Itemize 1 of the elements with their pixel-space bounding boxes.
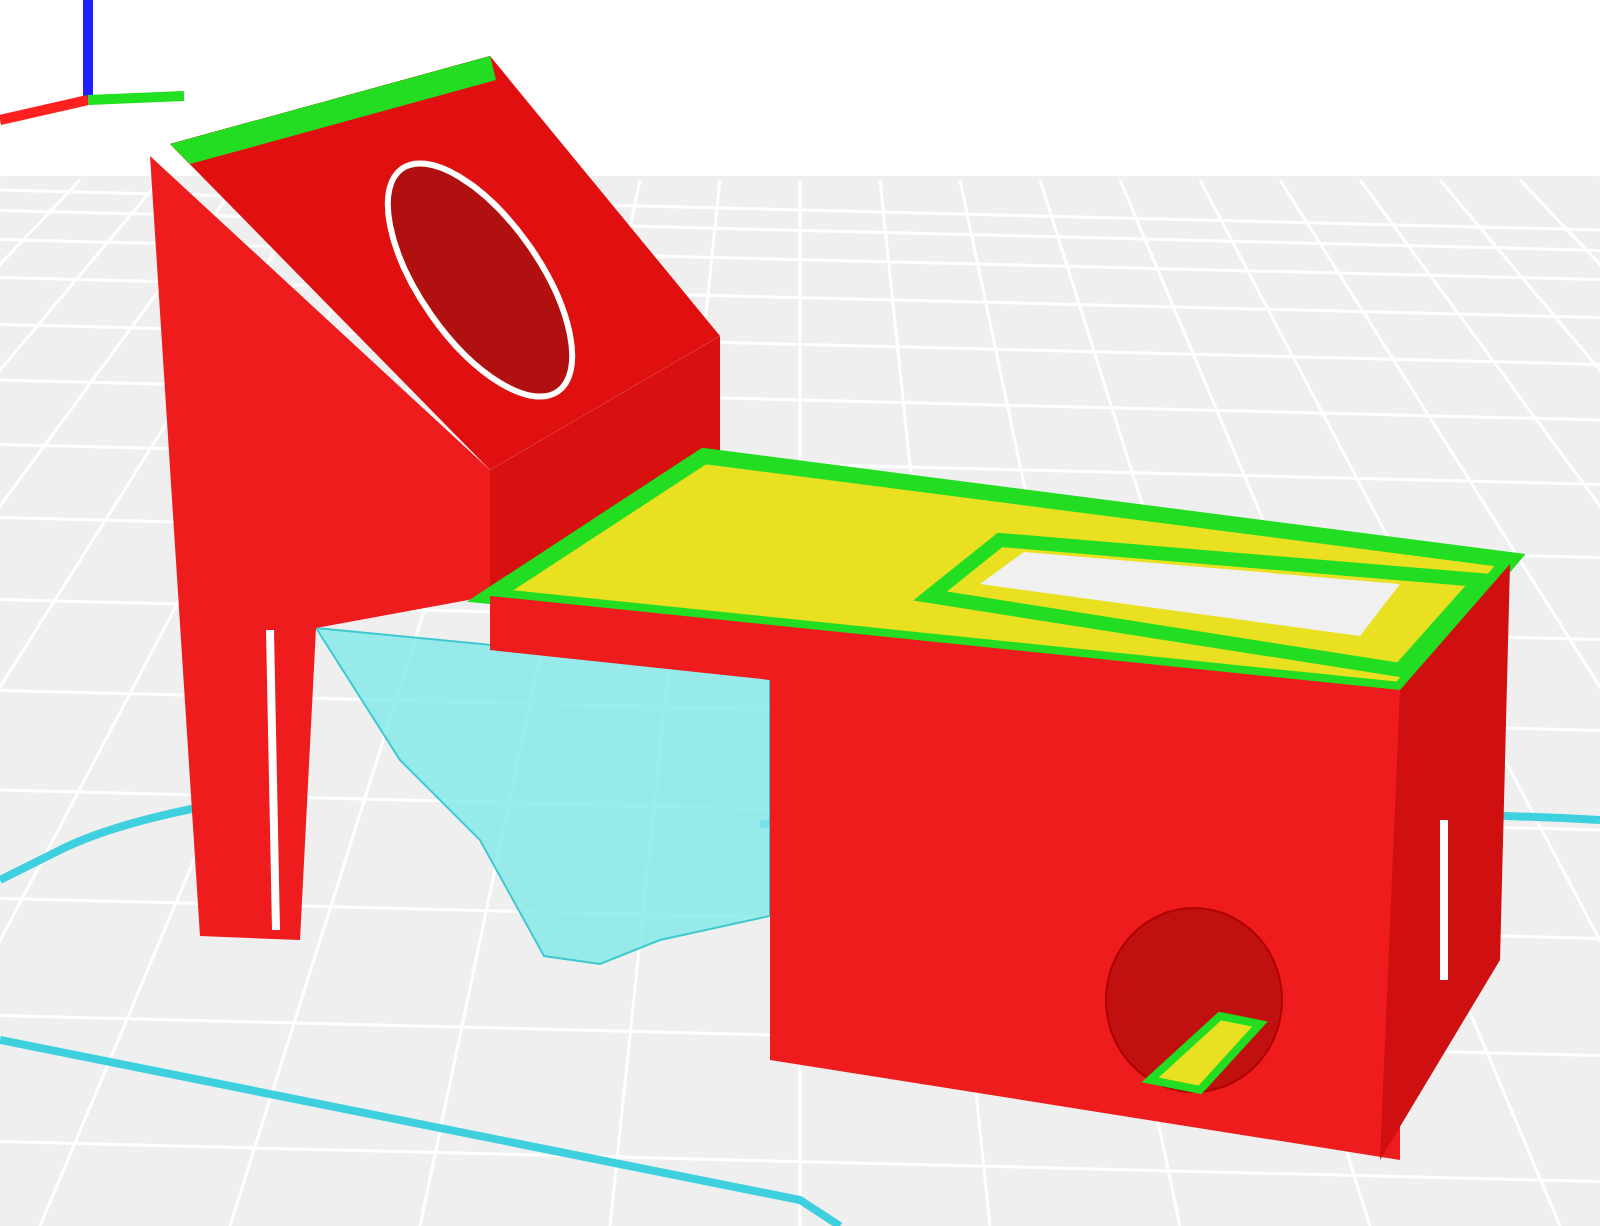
axis-indicator-icon [0, 0, 185, 125]
